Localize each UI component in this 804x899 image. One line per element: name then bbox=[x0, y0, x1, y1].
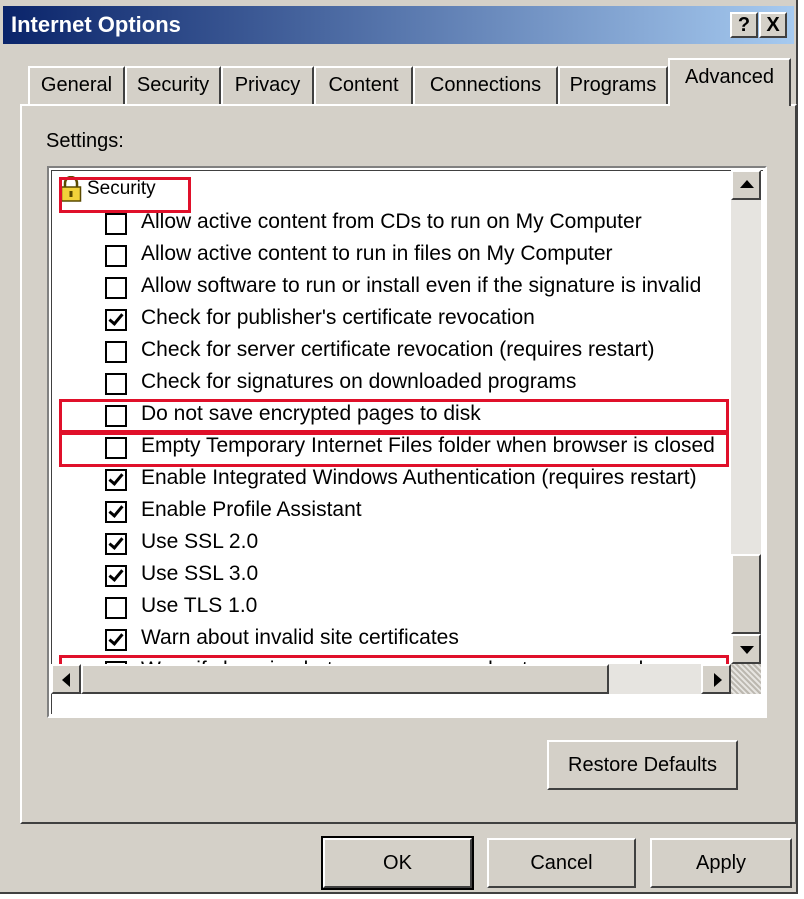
tab-privacy[interactable]: Privacy bbox=[221, 66, 314, 104]
setting-row[interactable]: Use SSL 2.0 bbox=[49, 528, 729, 560]
checkbox-checked[interactable] bbox=[105, 533, 127, 555]
tab-connections[interactable]: Connections bbox=[413, 66, 558, 104]
scroll-down-button[interactable] bbox=[731, 634, 761, 664]
checkbox[interactable] bbox=[105, 341, 127, 363]
setting-row[interactable]: Check for publisher's certificate revoca… bbox=[49, 304, 729, 336]
scrollbar-corner bbox=[731, 664, 761, 694]
setting-row[interactable]: Use SSL 3.0 bbox=[49, 560, 729, 592]
setting-row[interactable]: Enable Integrated Windows Authentication… bbox=[49, 464, 729, 496]
scroll-right-button[interactable] bbox=[701, 664, 731, 694]
settings-label: Settings: bbox=[46, 130, 124, 152]
arrow-up-icon bbox=[740, 180, 754, 188]
checkbox-checked[interactable] bbox=[105, 565, 127, 587]
checkbox[interactable] bbox=[105, 213, 127, 235]
tab-programs[interactable]: Programs bbox=[558, 66, 668, 104]
setting-row[interactable]: Warn about invalid site certificates bbox=[49, 624, 729, 656]
setting-label: Use TLS 1.0 bbox=[141, 594, 258, 617]
horizontal-scrollbar[interactable] bbox=[51, 664, 731, 694]
setting-label: Do not save encrypted pages to disk bbox=[141, 402, 481, 425]
cancel-button[interactable]: Cancel bbox=[487, 838, 636, 888]
setting-label: Check for publisher's certificate revoca… bbox=[141, 306, 535, 329]
settings-tree[interactable]: Security Allow active content from CDs t… bbox=[47, 166, 767, 718]
restore-defaults-button[interactable]: Restore Defaults bbox=[547, 740, 738, 790]
setting-row[interactable]: Do not save encrypted pages to disk bbox=[49, 400, 729, 432]
checkbox[interactable] bbox=[105, 245, 127, 267]
lock-icon bbox=[60, 176, 82, 202]
group-security-label: Security bbox=[87, 178, 156, 199]
setting-label: Use SSL 3.0 bbox=[141, 562, 259, 585]
checkbox-checked[interactable] bbox=[105, 469, 127, 491]
checkbox[interactable] bbox=[105, 277, 127, 299]
setting-label: Use SSL 2.0 bbox=[141, 530, 259, 553]
setting-label: Warn about invalid site certificates bbox=[141, 626, 459, 649]
horizontal-scroll-thumb[interactable] bbox=[81, 664, 609, 694]
tab-security[interactable]: Security bbox=[125, 66, 221, 104]
setting-label: Check for server certificate revocation … bbox=[141, 338, 655, 361]
setting-row[interactable]: Empty Temporary Internet Files folder wh… bbox=[49, 432, 729, 464]
checkbox-checked[interactable] bbox=[105, 629, 127, 651]
setting-row[interactable]: Check for signatures on downloaded progr… bbox=[49, 368, 729, 400]
scroll-left-button[interactable] bbox=[51, 664, 81, 694]
close-button[interactable]: X bbox=[759, 12, 787, 38]
setting-row[interactable]: Allow active content from CDs to run on … bbox=[49, 208, 729, 240]
ok-button[interactable]: OK bbox=[321, 836, 474, 890]
setting-label: Allow active content from CDs to run on … bbox=[141, 210, 642, 233]
checkbox-checked[interactable] bbox=[105, 501, 127, 523]
apply-button[interactable]: Apply bbox=[650, 838, 792, 888]
vertical-scroll-thumb[interactable] bbox=[731, 554, 761, 634]
checkbox[interactable] bbox=[105, 437, 127, 459]
setting-label: Enable Profile Assistant bbox=[141, 498, 362, 521]
checkbox[interactable] bbox=[105, 373, 127, 395]
setting-label: Enable Integrated Windows Authentication… bbox=[141, 466, 697, 489]
tab-content[interactable]: Content bbox=[314, 66, 413, 104]
setting-row[interactable]: Check for server certificate revocation … bbox=[49, 336, 729, 368]
setting-row[interactable]: Allow software to run or install even if… bbox=[49, 272, 729, 304]
help-button[interactable]: ? bbox=[730, 12, 758, 38]
setting-label: Check for signatures on downloaded progr… bbox=[141, 370, 577, 393]
checkbox-checked[interactable] bbox=[105, 309, 127, 331]
setting-row[interactable]: Allow active content to run in files on … bbox=[49, 240, 729, 272]
checkbox[interactable] bbox=[105, 597, 127, 619]
title-bar[interactable]: Internet Options ? X bbox=[3, 6, 794, 44]
group-security[interactable]: Security bbox=[53, 176, 723, 208]
setting-label: Allow software to run or install even if… bbox=[141, 274, 702, 297]
checkbox[interactable] bbox=[105, 405, 127, 427]
setting-row[interactable]: Enable Profile Assistant bbox=[49, 496, 729, 528]
arrow-left-icon bbox=[62, 673, 70, 687]
setting-label: Empty Temporary Internet Files folder wh… bbox=[141, 434, 715, 457]
window-title: Internet Options bbox=[11, 12, 181, 37]
setting-label: Allow active content to run in files on … bbox=[141, 242, 613, 265]
tab-general[interactable]: General bbox=[28, 66, 125, 104]
setting-row[interactable]: Use TLS 1.0 bbox=[49, 592, 729, 624]
arrow-down-icon bbox=[740, 646, 754, 654]
internet-options-dialog: Internet Options ? X General Security Pr… bbox=[0, 0, 798, 894]
vertical-scrollbar[interactable] bbox=[731, 170, 761, 664]
tab-advanced[interactable]: Advanced bbox=[668, 58, 791, 106]
arrow-right-icon bbox=[714, 673, 722, 687]
scroll-up-button[interactable] bbox=[731, 170, 761, 200]
